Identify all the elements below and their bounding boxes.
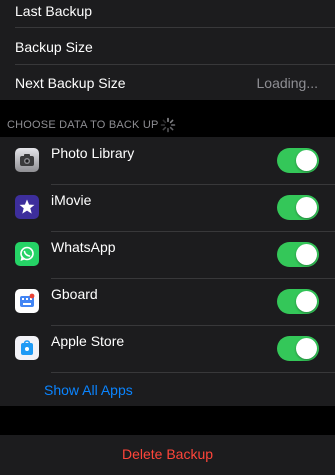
app-row-gboard: Gboard xyxy=(0,278,335,325)
backup-info-group: Last Backup Backup Size Next Backup Size… xyxy=(0,0,335,100)
app-label: WhatsApp xyxy=(51,239,116,255)
apps-group: Photo Library iMovie WhatsApp Gboard App… xyxy=(0,137,335,406)
app-row-whatsapp: WhatsApp xyxy=(0,231,335,278)
app-label: Gboard xyxy=(51,286,98,302)
toggle-apple-store[interactable] xyxy=(277,336,319,361)
whatsapp-icon xyxy=(15,242,39,266)
gboard-icon xyxy=(15,289,39,313)
backup-size-label: Backup Size xyxy=(15,39,93,55)
toggle-imovie[interactable] xyxy=(277,195,319,220)
next-backup-size-value: Loading... xyxy=(256,75,319,91)
app-row-apple-store: Apple Store xyxy=(0,325,335,372)
backup-size-row: Backup Size xyxy=(0,28,335,64)
toggle-photo-library[interactable] xyxy=(277,148,319,173)
toggle-gboard[interactable] xyxy=(277,289,319,314)
last-backup-label: Last Backup xyxy=(15,3,93,19)
app-label: Photo Library xyxy=(51,145,135,161)
next-backup-size-label: Next Backup Size xyxy=(15,75,126,91)
app-row-imovie: iMovie xyxy=(0,184,335,231)
show-all-apps-link[interactable]: Show All Apps xyxy=(44,382,133,398)
next-backup-size-row: Next Backup Size Loading... xyxy=(0,64,335,100)
loading-spinner-icon xyxy=(160,117,176,133)
delete-backup-button[interactable]: Delete Backup xyxy=(0,446,335,462)
toggle-whatsapp[interactable] xyxy=(277,242,319,267)
app-label: iMovie xyxy=(51,192,92,208)
apple-store-icon xyxy=(15,336,39,360)
imovie-star-icon xyxy=(15,195,39,219)
divider xyxy=(51,372,335,373)
app-label: Apple Store xyxy=(51,333,125,349)
app-row-photo-library: Photo Library xyxy=(0,137,335,184)
section-header: CHOOSE DATA TO BACK UP xyxy=(7,119,159,131)
camera-icon xyxy=(15,148,39,172)
